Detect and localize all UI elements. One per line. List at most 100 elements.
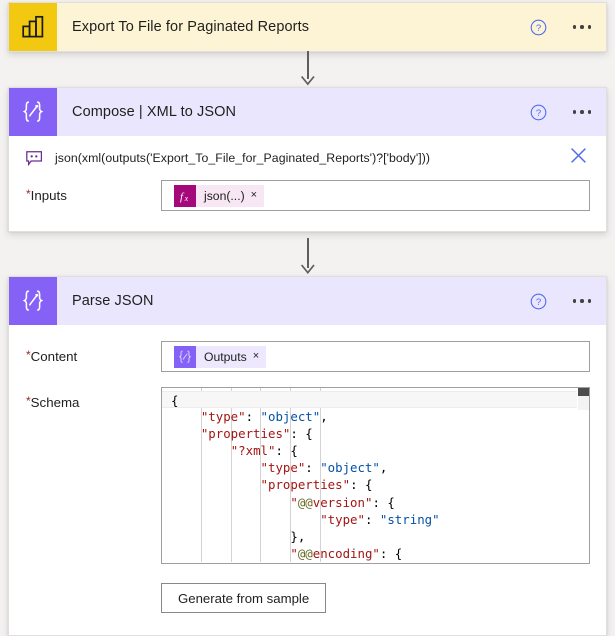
card-title-export-to-file: Export To File for Paginated Reports <box>72 19 310 35</box>
code-line[interactable]: }, <box>162 528 589 545</box>
generate-button-row: Generate from sample <box>161 564 590 613</box>
token-label-text: Outputs <box>204 349 247 364</box>
powerbi-bar-chart-icon <box>9 3 57 51</box>
outputs-token-chip[interactable]: Outputs × <box>174 345 267 368</box>
flow-step-card-export-to-file[interactable]: Export To File for Paginated Reports ? <box>8 2 607 52</box>
code-line[interactable]: "@@encoding": { <box>162 545 589 562</box>
field-row-schema: *Schema { "type": "object", "properties"… <box>9 372 606 613</box>
code-token: : { <box>275 443 298 459</box>
code-token: "type" <box>320 511 365 527</box>
token-label: json(...) × <box>196 184 265 207</box>
flow-step-card-compose[interactable]: Compose | XML to JSON ? json(xml(outputs… <box>8 87 607 232</box>
code-line[interactable]: "properties": { <box>162 425 589 442</box>
card-header-compose[interactable]: Compose | XML to JSON ? <box>9 88 606 136</box>
svg-text:?: ? <box>535 108 540 119</box>
code-token: @@ <box>297 545 313 561</box>
content-token-field[interactable]: Outputs × <box>161 341 590 372</box>
schema-vertical-scrollbar[interactable] <box>578 388 589 563</box>
generate-from-sample-button[interactable]: Generate from sample <box>161 583 327 613</box>
scrollbar-thumb-shadow <box>578 396 589 410</box>
help-icon[interactable]: ? <box>530 19 547 36</box>
card-title-compose: Compose | XML to JSON <box>72 104 237 120</box>
svg-text:?: ? <box>535 297 540 308</box>
compose-braces-pencil-icon <box>9 88 57 136</box>
function-fx-icon: f x <box>174 184 196 207</box>
field-control-content: Outputs × <box>161 341 590 372</box>
close-icon[interactable] <box>569 146 588 170</box>
field-label-text: Inputs <box>30 188 67 203</box>
code-line[interactable]: { <box>162 391 577 409</box>
connector-arrow-2 <box>300 238 315 276</box>
card-header-actions: ? <box>530 277 594 325</box>
field-label-schema: *Schema <box>26 387 161 410</box>
code-token: : <box>245 409 261 425</box>
svg-text:?: ? <box>535 23 540 34</box>
field-label-text: Content <box>30 349 78 364</box>
code-line[interactable]: "properties": { <box>162 476 589 493</box>
code-token: : { <box>290 426 313 442</box>
field-control-schema: { "type": "object", "properties": { "?xm… <box>161 387 590 613</box>
expression-tooltip-icon <box>26 150 44 166</box>
more-commands-icon[interactable] <box>571 104 594 120</box>
code-token: : <box>305 460 321 476</box>
code-token: "properties" <box>200 426 291 442</box>
code-token: version" <box>312 494 373 510</box>
help-icon[interactable]: ? <box>530 293 547 310</box>
code-token: "type" <box>260 460 306 476</box>
code-token: "properties" <box>260 477 351 493</box>
flow-step-card-parse-json[interactable]: Parse JSON ? *Content Outputs × *Schema … <box>8 276 607 636</box>
connector-arrow-1 <box>300 51 315 87</box>
code-line[interactable]: "type": "object", <box>162 408 589 425</box>
field-row-inputs: *Inputs f x json(...) × <box>9 180 606 231</box>
inputs-token-field[interactable]: f x json(...) × <box>161 180 590 211</box>
schema-json-editor[interactable]: { "type": "object", "properties": { "?xm… <box>161 387 590 564</box>
flow-designer-canvas: Export To File for Paginated Reports ? C… <box>0 0 615 636</box>
compose-braces-pencil-icon <box>9 277 57 325</box>
code-line[interactable]: "type": "object", <box>162 459 589 476</box>
code-token: "object" <box>260 409 321 425</box>
card-header-actions: ? <box>530 3 594 51</box>
code-token: " <box>290 494 298 510</box>
expression-token-chip[interactable]: f x json(...) × <box>174 184 265 207</box>
card-header-export-to-file[interactable]: Export To File for Paginated Reports ? <box>9 3 606 51</box>
field-label-inputs: *Inputs <box>26 180 161 203</box>
remove-token-icon[interactable]: × <box>251 190 257 201</box>
expression-text: json(xml(outputs('Export_To_File_for_Pag… <box>55 151 430 165</box>
card-header-parse-json[interactable]: Parse JSON ? <box>9 277 606 325</box>
code-token: : { <box>350 477 373 493</box>
expression-preview-row[interactable]: json(xml(outputs('Export_To_File_for_Pag… <box>9 136 606 180</box>
help-icon[interactable]: ? <box>530 104 547 121</box>
field-label-content: *Content <box>26 341 161 364</box>
code-line[interactable]: "type": "string" <box>162 511 589 528</box>
code-token: "string" <box>379 511 440 527</box>
code-token: encoding" <box>312 545 380 561</box>
compose-braces-pencil-icon <box>174 345 196 368</box>
field-control-inputs: f x json(...) × <box>161 180 590 211</box>
code-token: , <box>320 409 328 425</box>
code-token: "type" <box>200 409 246 425</box>
field-row-content: *Content Outputs × <box>9 325 606 372</box>
schema-json-code[interactable]: { "type": "object", "properties": { "?xm… <box>162 388 589 562</box>
code-token: " <box>290 545 298 561</box>
card-title-parse-json: Parse JSON <box>72 293 154 309</box>
token-label: Outputs × <box>196 345 267 368</box>
code-token: : { <box>379 545 403 561</box>
more-commands-icon[interactable] <box>571 293 594 309</box>
code-line[interactable]: "?xml": { <box>162 442 589 459</box>
code-token: "object" <box>320 460 380 476</box>
code-line[interactable]: "@@version": { <box>162 494 589 511</box>
scrollbar-thumb[interactable] <box>578 388 589 396</box>
more-commands-icon[interactable] <box>571 19 594 35</box>
code-token: { <box>171 393 179 408</box>
code-token: "?xml" <box>230 443 276 459</box>
code-token: : { <box>372 494 395 510</box>
field-label-text: Schema <box>30 395 80 410</box>
code-token: : <box>364 511 380 527</box>
card-header-actions: ? <box>530 88 594 136</box>
code-token: @@ <box>297 494 313 510</box>
remove-token-icon[interactable]: × <box>253 351 259 362</box>
code-token: }, <box>290 528 306 544</box>
token-label-text: json(...) <box>204 188 245 203</box>
svg-text:x: x <box>184 193 189 202</box>
code-token: , <box>379 460 388 476</box>
